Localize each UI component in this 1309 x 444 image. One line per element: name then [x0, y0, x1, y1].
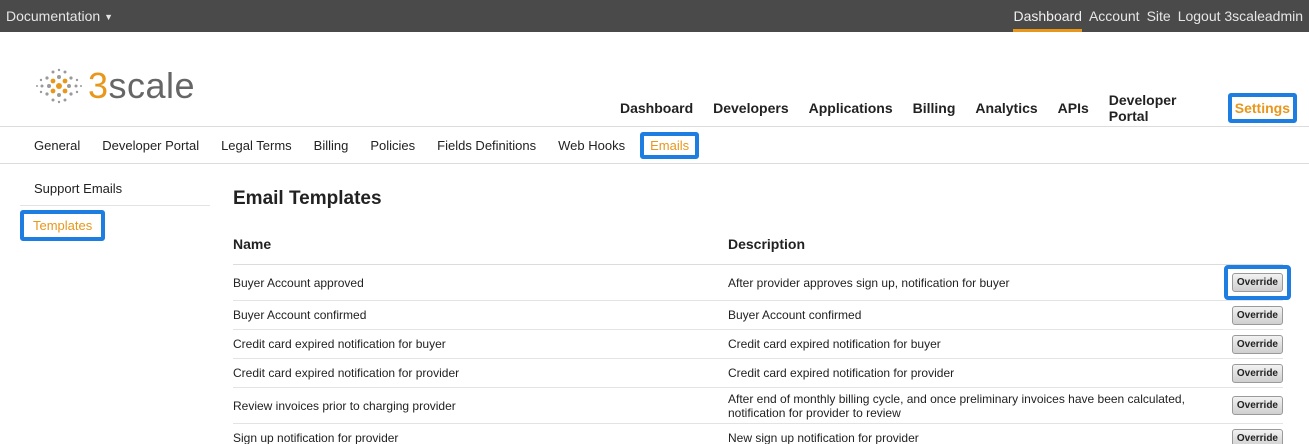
table-row: Buyer Account confirmed Buyer Account co…	[233, 300, 1283, 330]
override-button[interactable]: Override	[1231, 334, 1283, 354]
subnav-policies[interactable]: Policies	[370, 138, 415, 153]
column-header-description: Description	[728, 230, 1218, 265]
row-description: After end of monthly billing cycle, and …	[728, 387, 1218, 424]
row-description: Credit card expired notification for pro…	[728, 358, 1218, 388]
override-button[interactable]: Override	[1231, 273, 1283, 292]
nav-developers[interactable]: Developers	[713, 94, 788, 122]
override-highlight: Override	[1223, 265, 1291, 300]
row-name: Sign up notification for provider	[233, 423, 728, 444]
top-link-account[interactable]: Account	[1089, 0, 1140, 32]
top-bar: Documentation ▼ Dashboard Account Site L…	[0, 0, 1309, 32]
top-link-dashboard[interactable]: Dashboard	[1013, 0, 1082, 32]
table-row: Buyer Account approved After provider ap…	[233, 264, 1291, 301]
row-description: Credit card expired notification for buy…	[728, 329, 1218, 359]
logo[interactable]: 3scale	[34, 65, 195, 107]
override-button[interactable]: Override	[1231, 396, 1283, 415]
nav-developer-portal[interactable]: Developer Portal	[1109, 86, 1214, 130]
top-link-logout[interactable]: Logout 3scaleadmin	[1178, 0, 1303, 32]
table-row: Review invoices prior to charging provid…	[233, 387, 1283, 424]
documentation-label: Documentation	[6, 8, 101, 24]
row-name: Credit card expired notification for pro…	[233, 358, 728, 388]
documentation-menu[interactable]: Documentation ▼	[0, 8, 113, 24]
row-actions: Override	[1218, 264, 1291, 301]
subnav-fields-definitions[interactable]: Fields Definitions	[437, 138, 536, 153]
sub-nav: General Developer Portal Legal Terms Bil…	[0, 126, 1309, 164]
override-button[interactable]: Override	[1231, 428, 1283, 444]
override-button[interactable]: Override	[1231, 363, 1283, 383]
subnav-web-hooks[interactable]: Web Hooks	[558, 138, 625, 153]
top-link-site[interactable]: Site	[1147, 0, 1171, 32]
nav-applications[interactable]: Applications	[809, 94, 893, 122]
logo-wordmark: 3scale	[88, 65, 195, 107]
logo-dots-icon	[36, 68, 82, 104]
caret-down-icon: ▼	[104, 12, 114, 22]
main-content: Email Templates Name Description Buyer A…	[233, 188, 1291, 444]
sidebar-item-support-emails[interactable]: Support Emails	[20, 172, 210, 206]
subnav-legal-terms[interactable]: Legal Terms	[221, 138, 292, 153]
column-header-actions	[1218, 230, 1283, 265]
nav-apis[interactable]: APIs	[1058, 94, 1089, 122]
nav-settings[interactable]: Settings	[1227, 93, 1297, 123]
main-nav: Dashboard Developers Applications Billin…	[600, 86, 1297, 130]
row-actions: Override	[1218, 300, 1283, 330]
row-name: Credit card expired notification for buy…	[233, 329, 728, 359]
row-description: After provider approves sign up, notific…	[728, 264, 1218, 301]
logo-number: 3	[88, 65, 109, 106]
subnav-developer-portal[interactable]: Developer Portal	[102, 138, 199, 153]
sidebar-item-templates[interactable]: Templates	[20, 210, 210, 241]
page-title: Email Templates	[233, 188, 382, 209]
row-actions: Override	[1218, 329, 1283, 359]
templates-table: Name Description Buyer Account approved …	[233, 230, 1291, 444]
logo-word: scale	[108, 65, 196, 106]
sidebar: Support Emails Templates	[20, 172, 210, 241]
row-actions: Override	[1218, 358, 1283, 388]
nav-billing[interactable]: Billing	[913, 94, 956, 122]
row-actions: Override	[1218, 423, 1283, 444]
top-links: Dashboard Account Site Logout 3scaleadmi…	[1006, 0, 1309, 32]
subnav-emails[interactable]: Emails	[640, 131, 700, 159]
row-actions: Override	[1218, 387, 1283, 424]
row-description: Buyer Account confirmed	[728, 300, 1218, 330]
row-name: Buyer Account approved	[233, 264, 728, 301]
table-header-row: Name Description	[233, 230, 1283, 265]
table-row: Credit card expired notification for pro…	[233, 358, 1283, 388]
subnav-billing[interactable]: Billing	[314, 138, 349, 153]
table-row: Credit card expired notification for buy…	[233, 329, 1283, 359]
table-row: Sign up notification for provider New si…	[233, 423, 1283, 444]
nav-dashboard[interactable]: Dashboard	[620, 94, 693, 122]
row-description: New sign up notification for provider	[728, 423, 1218, 444]
subnav-general[interactable]: General	[34, 138, 80, 153]
column-header-name: Name	[233, 230, 728, 265]
override-button[interactable]: Override	[1231, 305, 1283, 325]
row-name: Review invoices prior to charging provid…	[233, 387, 728, 424]
sidebar-item-templates-label: Templates	[20, 210, 106, 241]
nav-analytics[interactable]: Analytics	[975, 94, 1037, 122]
row-name: Buyer Account confirmed	[233, 300, 728, 330]
